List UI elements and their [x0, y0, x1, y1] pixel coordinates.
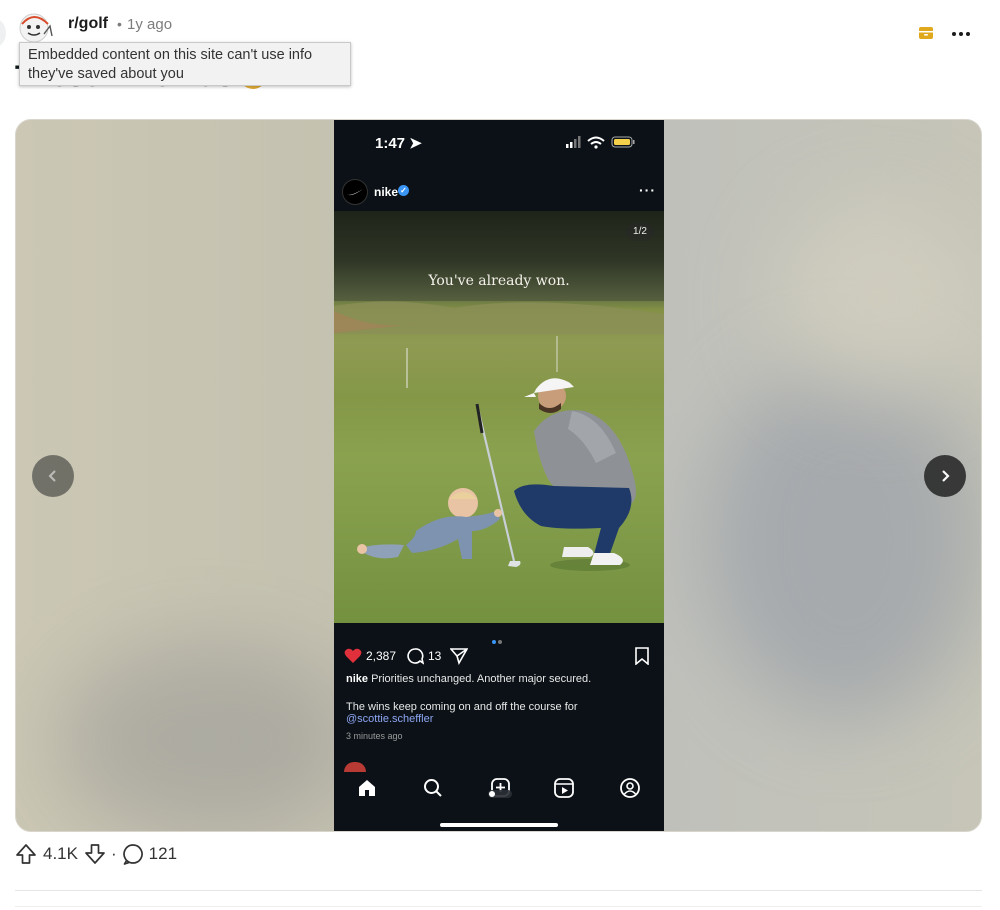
bookmark-icon — [635, 647, 649, 665]
upvote-icon[interactable] — [15, 843, 37, 865]
background-blur — [776, 200, 976, 400]
swoosh-icon — [347, 189, 363, 196]
more-options-button[interactable] — [946, 22, 976, 46]
photo-counter: 1/2 — [626, 223, 654, 241]
share-button[interactable] — [450, 645, 468, 667]
caption-line-2: The wins keep coming on and off the cour… — [346, 701, 578, 713]
account-name[interactable]: nike — [374, 185, 398, 199]
divider — [15, 890, 982, 891]
create-icon[interactable] — [487, 777, 513, 799]
embed-tooltip: Embedded content on this site can't use … — [19, 42, 351, 86]
comment-icon[interactable] — [122, 843, 144, 865]
caption-text: Priorities unchanged. Another major secu… — [371, 673, 592, 685]
chevron-right-icon — [942, 470, 950, 482]
caption-username[interactable]: nike — [346, 673, 368, 685]
comment-count[interactable]: 121 — [149, 844, 177, 864]
reels-icon[interactable] — [553, 777, 575, 799]
chevron-left-icon — [48, 470, 56, 482]
comment-count: 13 — [428, 649, 442, 663]
comment-icon — [407, 648, 424, 665]
avatar-backdrop — [0, 18, 6, 48]
post-time: 1y ago — [127, 16, 173, 33]
vote-score: 4.1K — [43, 844, 78, 863]
like-button[interactable]: 2,387 — [344, 645, 396, 667]
media-gallery[interactable]: 1:47 ➤ nike ✓ ··· 1/2 You've already won… — [15, 119, 982, 832]
search-icon[interactable] — [422, 777, 444, 799]
save-button[interactable] — [634, 645, 650, 667]
background-blur — [56, 640, 356, 831]
status-time: 1:47 ➤ — [375, 135, 422, 152]
heart-icon — [344, 648, 362, 663]
like-count: 2,387 — [366, 649, 397, 663]
carousel-dots — [492, 631, 508, 644]
post-age: 3 minutes ago — [346, 731, 403, 741]
nike-avatar[interactable] — [342, 179, 368, 205]
profile-icon[interactable] — [619, 777, 641, 799]
comment-button[interactable]: 13 — [406, 645, 441, 667]
verified-badge-icon: ✓ — [398, 185, 409, 196]
ig-action-bar: 2,387 13 — [334, 645, 664, 669]
background-blur — [706, 360, 981, 720]
downvote-icon[interactable] — [84, 843, 106, 865]
meta-separator: • — [117, 16, 122, 32]
archive-icon — [919, 27, 933, 39]
divider — [15, 906, 982, 907]
post-caption: nike Priorities unchanged. Another major… — [346, 673, 591, 685]
ig-more-button[interactable]: ··· — [639, 182, 656, 198]
subreddit-link[interactable]: r/golf — [68, 15, 108, 33]
instagram-screenshot: 1:47 ➤ nike ✓ ··· 1/2 You've already won… — [334, 120, 664, 831]
home-icon[interactable] — [356, 777, 378, 799]
subreddit-avatar[interactable] — [14, 10, 58, 44]
status-bar-icons — [566, 136, 635, 149]
ad-photo: 1/2 You've already won. — [334, 211, 664, 623]
home-indicator — [440, 823, 558, 827]
ig-post-header: nike ✓ ··· — [334, 175, 664, 211]
next-image-button[interactable] — [924, 455, 966, 497]
send-icon — [450, 648, 468, 665]
ig-tab-bar — [334, 768, 664, 810]
footer-separator: · — [110, 844, 117, 863]
mention-link[interactable]: @scottie.scheffler — [346, 713, 433, 725]
previous-image-button[interactable] — [32, 455, 74, 497]
vote-bar: 4.1K · 121 — [15, 840, 177, 868]
ad-tagline: You've already won. — [428, 273, 570, 289]
